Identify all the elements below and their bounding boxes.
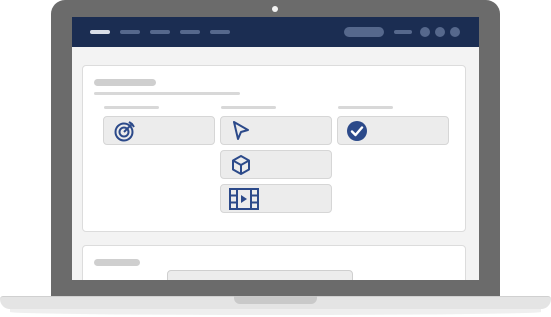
- nav-link[interactable]: [394, 30, 412, 34]
- option-tile-target[interactable]: [103, 116, 215, 145]
- nav-item[interactable]: [150, 30, 170, 34]
- cube-icon: [232, 154, 250, 175]
- option-tile-cursor[interactable]: [220, 116, 332, 145]
- nav-action-button[interactable]: [344, 27, 384, 37]
- secondary-card: [82, 245, 466, 280]
- column-header-placeholder: [221, 106, 276, 109]
- cursor-arrow-icon: [233, 120, 249, 140]
- column-header-placeholder: [338, 106, 393, 109]
- option-tile-video[interactable]: [220, 184, 332, 213]
- option-tile-cube[interactable]: [220, 150, 332, 179]
- target-icon: [114, 120, 135, 141]
- video-film-icon: [229, 187, 259, 210]
- nav-item[interactable]: [180, 30, 200, 34]
- laptop-shadow: [10, 309, 541, 315]
- laptop-screen: [72, 17, 479, 280]
- column-header-placeholder: [104, 106, 159, 109]
- nav-icon-button[interactable]: [450, 27, 460, 37]
- laptop-notch: [234, 296, 317, 304]
- nav-item[interactable]: [120, 30, 140, 34]
- option-tile-check[interactable]: [337, 116, 449, 145]
- nav-item[interactable]: [210, 30, 230, 34]
- webcam-icon: [272, 6, 278, 12]
- nav-icon-button[interactable]: [420, 27, 430, 37]
- card-subtitle-placeholder: [94, 92, 240, 95]
- input-placeholder[interactable]: [167, 270, 353, 280]
- options-card: [82, 65, 466, 232]
- top-navbar: [72, 17, 479, 47]
- card-title-placeholder: [94, 259, 140, 266]
- card-title-placeholder: [94, 79, 156, 86]
- nav-item-active[interactable]: [90, 30, 110, 34]
- check-circle-icon: [347, 120, 367, 141]
- nav-icon-button[interactable]: [435, 27, 445, 37]
